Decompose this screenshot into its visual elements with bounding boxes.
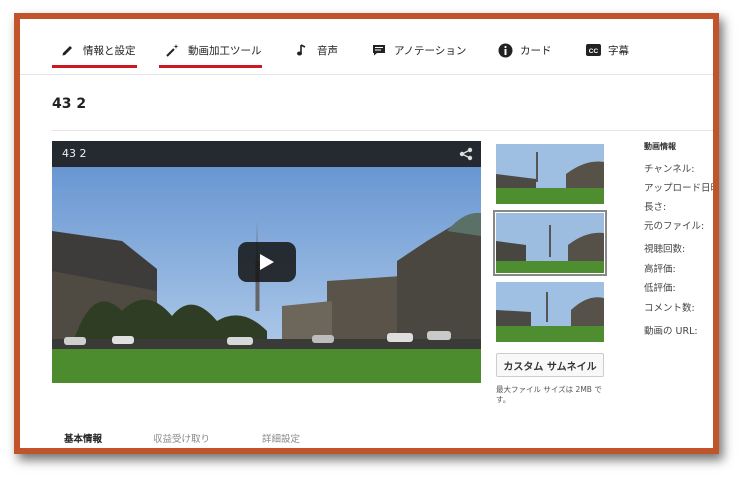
info-video-url: 動画の URL: (644, 326, 698, 337)
tab-underline-info (52, 65, 137, 68)
info-icon (497, 42, 513, 58)
tab-basic-info[interactable]: 基本情報 (64, 431, 102, 445)
thumbnail-option-3[interactable] (496, 282, 604, 342)
video-player[interactable]: 43 2 (52, 141, 481, 383)
music-note-icon (294, 42, 310, 58)
tab-label: 字幕 (608, 44, 629, 57)
tab-label: カード (520, 44, 552, 57)
speech-bubble-icon (371, 42, 387, 58)
info-upload-date: アップロード日時 (644, 183, 719, 194)
tab-cards[interactable]: カード (497, 37, 552, 63)
info-original-file: 元のファイル: (644, 221, 705, 232)
info-views: 視聴回数: (644, 244, 686, 255)
tab-label: アノテーション (394, 44, 467, 57)
custom-thumbnail-button[interactable]: カスタム サムネイル (496, 353, 604, 377)
info-dislikes: 低評価: (644, 283, 676, 294)
svg-text:CC: CC (588, 48, 598, 55)
tab-enhancements[interactable]: 動画加工ツール (165, 37, 262, 63)
thumbnail-option-2-selected[interactable] (493, 210, 607, 276)
info-comments: コメント数: (644, 303, 695, 314)
video-info-header: 動画情報 (644, 142, 676, 151)
thumbnail-option-1[interactable] (496, 144, 604, 204)
divider (52, 130, 713, 131)
tab-underline-basic-info (52, 451, 122, 454)
magic-wand-icon (165, 42, 181, 58)
tab-subtitles[interactable]: CC 字幕 (585, 37, 629, 63)
info-duration: 長さ: (644, 202, 667, 213)
play-button[interactable] (238, 242, 296, 282)
tab-advanced-settings[interactable]: 詳細設定 (262, 431, 300, 445)
editor-window: 情報と設定 動画加工ツール 音声 アノテーション カード CC 字幕 43 2 … (14, 13, 719, 454)
info-likes: 高評価: (644, 264, 676, 275)
tab-info-settings[interactable]: 情報と設定 (60, 37, 136, 63)
tab-label: 動画加工ツール (188, 44, 262, 57)
cc-icon: CC (585, 42, 601, 58)
tab-annotations[interactable]: アノテーション (371, 37, 466, 63)
play-icon (260, 254, 274, 270)
editor-tab-bar: 情報と設定 動画加工ツール 音声 アノテーション カード CC 字幕 (20, 19, 713, 75)
player-title[interactable]: 43 2 (62, 147, 87, 160)
share-icon[interactable] (459, 146, 473, 165)
video-title: 43 2 (52, 96, 87, 112)
tab-label: 情報と設定 (83, 44, 136, 57)
info-channel: チャンネル: (644, 164, 695, 175)
tab-underline-enhancements (159, 65, 262, 68)
tab-monetization[interactable]: 収益受け取り (153, 431, 210, 445)
max-file-size-note: 最大ファイル サイズは 2MB です。 (496, 385, 602, 404)
player-title-bar: 43 2 (52, 141, 481, 167)
tab-audio[interactable]: 音声 (294, 37, 338, 63)
tab-label: 音声 (317, 44, 338, 57)
pencil-icon (60, 42, 76, 58)
video-info-panel: 動画情報 チャンネル: アップロード日時 長さ: 元のファイル: 視聴回数: 高… (644, 141, 713, 337)
